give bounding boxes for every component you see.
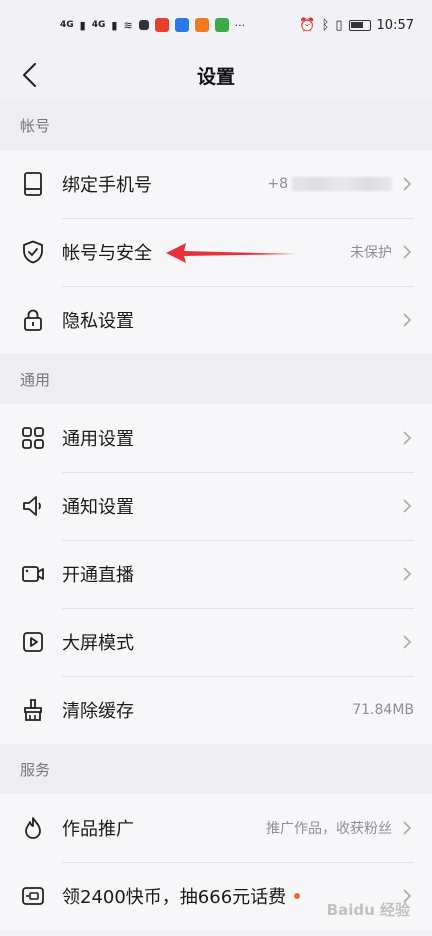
- row-label: 作品推广: [62, 819, 134, 840]
- play-screen-icon: [20, 629, 46, 655]
- general-list: 通用设置 通知设置 开通直播 大屏模式 清除缓存 71.84MB: [0, 404, 432, 744]
- back-button[interactable]: [12, 58, 46, 92]
- video-camera-icon: [20, 561, 46, 587]
- row-privacy[interactable]: 隐私设置: [0, 286, 432, 354]
- shield-check-icon: [20, 239, 46, 265]
- chevron-right-icon: [400, 567, 414, 581]
- chevron-right-icon: [400, 177, 414, 191]
- status-time: 10:57: [376, 17, 414, 33]
- page-title: 设置: [196, 65, 235, 88]
- alarm-icon: ⏰: [299, 17, 316, 33]
- row-big-screen-mode[interactable]: 大屏模式: [0, 608, 432, 676]
- signal-bars-icon-2: ▮: [111, 18, 118, 32]
- chevron-right-icon: [400, 499, 414, 513]
- flame-icon: [20, 815, 46, 841]
- row-label: 领2400快币，抽666元话费: [62, 887, 287, 908]
- watermark: Baidu 经验: [326, 901, 410, 919]
- row-label: 清除缓存: [62, 701, 134, 722]
- status-bar: 4G ▮ 4G ▮ ≋ ··· ⏰ ᛒ ▯ 10:57: [0, 0, 432, 50]
- app-icon: [174, 18, 189, 32]
- app-icon: [138, 20, 149, 30]
- promote-subtitle: 推广作品，收获粉丝: [266, 821, 392, 837]
- row-label: 通知设置: [62, 497, 134, 518]
- signal-icon: 4G: [60, 20, 74, 30]
- row-bind-phone[interactable]: 绑定手机号 +8: [0, 150, 432, 218]
- row-notification-settings[interactable]: 通知设置: [0, 472, 432, 540]
- row-live-stream[interactable]: 开通直播: [0, 540, 432, 608]
- row-general-settings[interactable]: 通用设置: [0, 404, 432, 472]
- app-icon: [194, 18, 209, 32]
- annotation-arrow-icon: [166, 243, 296, 263]
- row-label: 开通直播: [62, 565, 134, 586]
- row-label: 通用设置: [62, 429, 134, 450]
- phone-prefix: +8: [267, 176, 288, 192]
- row-promote-works[interactable]: 作品推广 推广作品，收获粉丝: [0, 794, 432, 862]
- chevron-right-icon: [400, 313, 414, 327]
- phone-number-value: +8: [267, 176, 392, 192]
- wifi-icon: ≋: [123, 18, 133, 32]
- signal-bars-icon: ▮: [79, 18, 86, 32]
- status-left: 4G ▮ 4G ▮ ≋ ···: [60, 18, 245, 32]
- status-right: ⏰ ᛒ ▯ 10:57: [299, 18, 414, 33]
- security-status-value: 未保护: [350, 245, 392, 261]
- chevron-right-icon: [400, 431, 414, 445]
- grid-icon: [20, 425, 46, 451]
- row-label: 帐号与安全: [62, 243, 152, 264]
- more-icon: ···: [234, 18, 246, 32]
- broom-icon: [20, 697, 46, 723]
- nav-bar: 设置: [0, 50, 432, 100]
- app-icon: [214, 18, 229, 32]
- cache-size-value: 71.84MB: [352, 702, 414, 718]
- battery-icon: [348, 19, 371, 31]
- phone-icon: [20, 171, 46, 197]
- bluetooth-icon: ᛒ: [321, 17, 330, 33]
- chevron-left-icon: [23, 63, 36, 87]
- vibrate-icon: ▯: [335, 17, 343, 33]
- row-label: 绑定手机号: [62, 175, 152, 196]
- section-header-services: 服务: [0, 744, 432, 794]
- app-icon: [154, 18, 169, 32]
- row-label: 大屏模式: [62, 633, 134, 654]
- chevron-right-icon: [400, 245, 414, 259]
- signal-icon-2: 4G: [91, 20, 106, 30]
- chevron-right-icon: [400, 821, 414, 835]
- speaker-icon: [20, 493, 46, 519]
- row-clear-cache[interactable]: 清除缓存 71.84MB: [0, 676, 432, 744]
- new-badge-dot: [294, 893, 301, 899]
- chevron-right-icon: [400, 635, 414, 649]
- coin-card-icon: [20, 883, 46, 909]
- lock-icon: [20, 307, 46, 333]
- redacted-phone: [292, 177, 392, 191]
- section-header-account: 帐号: [0, 100, 432, 150]
- row-label: 隐私设置: [62, 311, 134, 332]
- section-header-general: 通用: [0, 354, 432, 404]
